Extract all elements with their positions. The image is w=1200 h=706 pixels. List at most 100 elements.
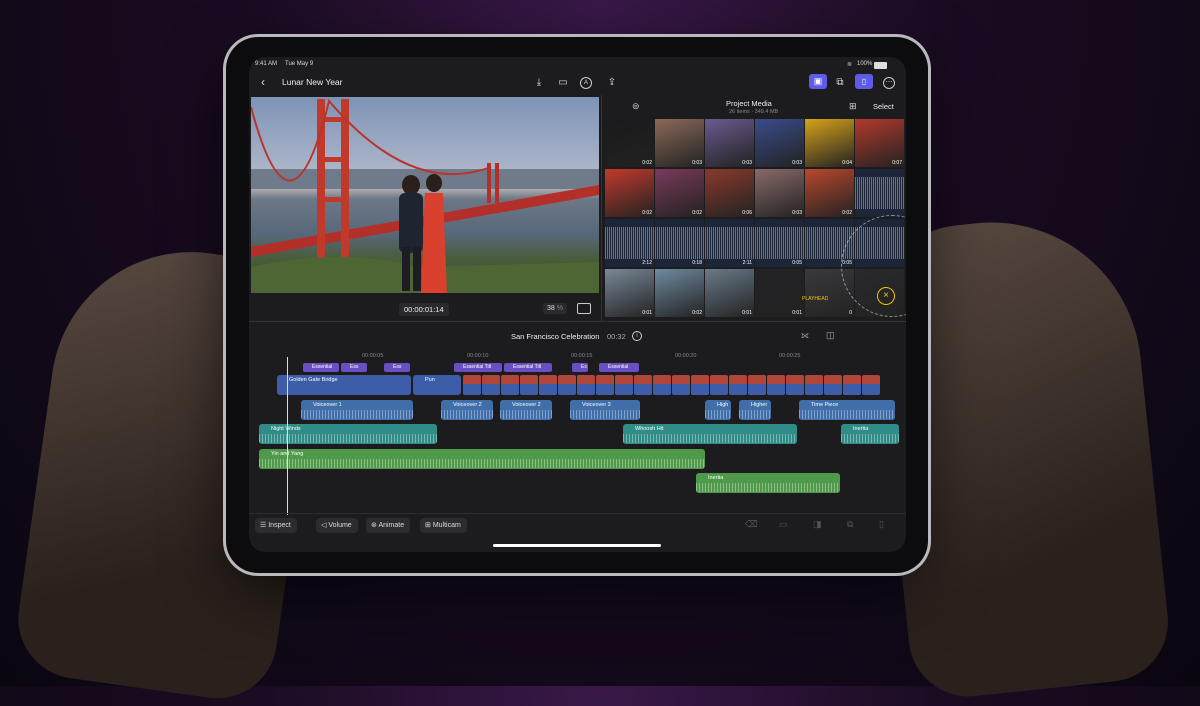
browser-title: Project Media: [726, 99, 772, 108]
import-icon[interactable]: ⤓: [532, 76, 546, 90]
detach-icon[interactable]: ▭: [779, 519, 788, 530]
title-clip[interactable]: Essential: [303, 363, 339, 372]
title-clip[interactable]: Es: [572, 363, 588, 372]
media-thumbnail[interactable]: 0:01: [705, 269, 754, 317]
primary-clip-thumb[interactable]: [558, 375, 576, 395]
primary-clip-thumb[interactable]: [577, 375, 595, 395]
media-thumbnail[interactable]: 2:11: [705, 219, 754, 267]
primary-clip-thumb[interactable]: [691, 375, 709, 395]
voiceover-clip[interactable]: High: [705, 400, 731, 420]
info-icon[interactable]: i: [632, 331, 642, 341]
primary-clip-thumb[interactable]: [520, 375, 538, 395]
media-thumbnail[interactable]: 0:07: [855, 119, 904, 167]
media-thumbnail[interactable]: 0:18: [655, 219, 704, 267]
media-thumbnail[interactable]: 0:02: [655, 169, 704, 217]
primary-clip-thumb[interactable]: [843, 375, 861, 395]
timeline-playhead[interactable]: [287, 357, 288, 515]
primary-clip-thumb[interactable]: [539, 375, 557, 395]
voiceover-clip[interactable]: Voiceover 2: [500, 400, 552, 420]
trim-icon[interactable]: ▯: [879, 519, 884, 530]
media-thumbnail[interactable]: 0:03: [705, 119, 754, 167]
title-clip[interactable]: Essential Titl: [504, 363, 552, 372]
home-indicator[interactable]: [493, 544, 661, 547]
primary-clip-thumb[interactable]: [767, 375, 785, 395]
thumbnail-duration: 0:04: [842, 160, 852, 166]
primary-clip-thumb[interactable]: [615, 375, 633, 395]
timeline-lanes[interactable]: Essential Ess Ess Essential Titl Essential T…: [249, 363, 906, 511]
media-thumbnail[interactable]: 0:06: [705, 169, 754, 217]
primary-clip-thumb[interactable]: [824, 375, 842, 395]
title-clip[interactable]: Ess: [341, 363, 367, 372]
inspect-button[interactable]: ☰ Inspect: [255, 518, 297, 533]
timeline-ruler[interactable]: 00:00:05 00:00:10 00:00:15 00:00:20 00:00:25: [249, 353, 906, 361]
music-clip-yin-and-yang[interactable]: Yin and Yang: [259, 449, 705, 469]
primary-clip-thumb[interactable]: [729, 375, 747, 395]
title-clip[interactable]: Essential: [599, 363, 639, 372]
primary-clip-thumb[interactable]: [748, 375, 766, 395]
title-clip[interactable]: Essential Titl: [454, 363, 502, 372]
media-thumbnail[interactable]: 0:01: [605, 269, 654, 317]
primary-clip-thumb[interactable]: [596, 375, 614, 395]
audio-clip[interactable]: Whoosh Hit: [623, 424, 797, 444]
audio-clip[interactable]: Inertia: [841, 424, 899, 444]
media-thumbnail[interactable]: 0:02: [655, 269, 704, 317]
snapping-icon[interactable]: ⟗: [801, 330, 809, 341]
sound-browser-icon[interactable]: ⧉: [833, 76, 847, 90]
delete-icon[interactable]: ⌫: [745, 519, 758, 530]
back-chevron-icon[interactable]: ‹: [261, 75, 265, 89]
primary-clip-thumb[interactable]: [501, 375, 519, 395]
volume-button[interactable]: ◁ Volume: [316, 518, 358, 533]
primary-clip-thumb[interactable]: [463, 375, 481, 395]
share-icon[interactable]: ⇪: [605, 76, 619, 90]
media-thumbnail[interactable]: 0:03: [755, 119, 804, 167]
clip-waveform: [500, 410, 552, 419]
grid-view-icon[interactable]: ⊞: [849, 101, 857, 112]
media-thumbnail[interactable]: 2:12: [605, 219, 654, 267]
split-icon[interactable]: ◨: [813, 519, 822, 530]
inspector-toggle-button[interactable]: ▯: [855, 74, 873, 89]
voiceover-clip[interactable]: Voiceover 2: [441, 400, 493, 420]
title-clip[interactable]: Ess: [384, 363, 410, 372]
panel-divider: [601, 95, 602, 321]
viewer-preview[interactable]: [251, 97, 599, 293]
voiceover-mic-icon[interactable]: A: [580, 77, 592, 89]
media-thumbnail[interactable]: [855, 169, 904, 217]
media-thumbnail[interactable]: 0:02: [805, 169, 854, 217]
project-title[interactable]: Lunar New Year: [282, 77, 343, 87]
primary-clip-pun[interactable]: Pun: [413, 375, 461, 395]
audio-clip-inertia[interactable]: Inertia: [696, 473, 840, 493]
media-thumbnail[interactable]: 0:02: [605, 119, 654, 167]
primary-clip-thumb[interactable]: [862, 375, 880, 395]
fullscreen-icon[interactable]: [577, 303, 591, 314]
media-thumbnail[interactable]: 0:03: [755, 169, 804, 217]
photos-browser-button[interactable]: ▣: [809, 74, 827, 89]
primary-clip-thumb[interactable]: [786, 375, 804, 395]
voiceover-clip[interactable]: Voiceover 3: [570, 400, 640, 420]
filter-icon[interactable]: ⊜: [632, 101, 640, 112]
primary-clip-thumb[interactable]: [653, 375, 671, 395]
media-thumbnail[interactable]: 0:01: [755, 269, 804, 317]
primary-clip-thumb[interactable]: [710, 375, 728, 395]
voiceover-clip[interactable]: Higher: [739, 400, 771, 420]
duplicate-icon[interactable]: ⧉: [847, 519, 853, 530]
media-thumbnail[interactable]: 0:05: [755, 219, 804, 267]
audio-clip[interactable]: Night Winds: [259, 424, 437, 444]
primary-clip-thumb[interactable]: [482, 375, 500, 395]
animate-button[interactable]: ⊛ Animate: [366, 518, 411, 533]
timeline-options-icon[interactable]: ◫: [826, 330, 835, 341]
more-options-icon[interactable]: ⋯: [883, 77, 895, 89]
viewer-zoom[interactable]: 38: [547, 305, 555, 312]
primary-clip-golden-gate[interactable]: Golden Gate Bridge: [277, 375, 411, 395]
voiceover-clip[interactable]: Voiceover 1: [301, 400, 413, 420]
select-button[interactable]: Select: [873, 102, 894, 111]
close-jog-icon[interactable]: ×: [877, 287, 895, 305]
media-thumbnail[interactable]: 0:04: [805, 119, 854, 167]
voiceover-clip[interactable]: Time Piece: [799, 400, 895, 420]
primary-clip-thumb[interactable]: [672, 375, 690, 395]
media-thumbnail[interactable]: 0:02: [605, 169, 654, 217]
multicam-button[interactable]: ⊞ Multicam: [420, 518, 467, 533]
primary-clip-thumb[interactable]: [634, 375, 652, 395]
media-thumbnail[interactable]: 0:03: [655, 119, 704, 167]
primary-clip-thumb[interactable]: [805, 375, 823, 395]
camera-icon[interactable]: ▭: [556, 76, 570, 90]
